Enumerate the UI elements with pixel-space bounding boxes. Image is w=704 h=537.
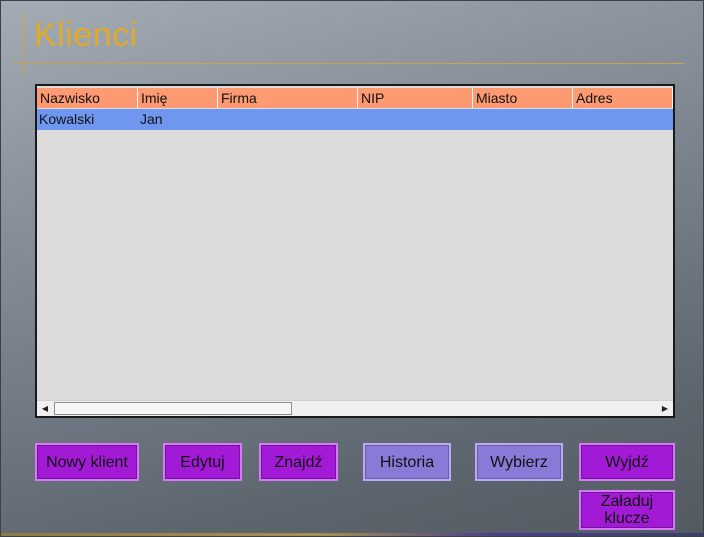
column-header-nip[interactable]: NIP — [358, 88, 473, 108]
horizontal-scrollbar[interactable]: ◀ ▶ — [37, 400, 673, 416]
column-header-miasto[interactable]: Miasto — [473, 88, 573, 108]
title-decoration-vertical — [22, 13, 23, 75]
cell-adres — [573, 109, 673, 130]
cell-firma — [218, 109, 358, 130]
cell-nip — [358, 109, 473, 130]
table-header: Nazwisko Imię Firma NIP Miasto Adres — [37, 88, 673, 108]
column-header-imie[interactable]: Imię — [138, 88, 218, 108]
edit-button[interactable]: Edytuj — [163, 443, 242, 481]
scrollbar-thumb[interactable] — [54, 402, 292, 415]
clients-list[interactable]: Nazwisko Imię Firma NIP Miasto Adres Kow… — [35, 84, 675, 418]
cell-nazwisko: Kowalski — [39, 111, 95, 127]
page-title: Klienci — [34, 16, 138, 54]
table-row[interactable]: Kowalski Jan — [37, 109, 673, 130]
new-client-button[interactable]: Nowy klient — [35, 443, 139, 481]
title-decoration-horizontal — [13, 63, 685, 64]
left-arrow-icon[interactable]: ◀ — [37, 401, 53, 416]
history-button[interactable]: Historia — [363, 443, 451, 481]
find-button[interactable]: Znajdź — [259, 443, 338, 481]
column-header-adres[interactable]: Adres — [573, 88, 673, 108]
right-arrow-icon[interactable]: ▶ — [657, 401, 673, 416]
exit-button[interactable]: Wyjdź — [579, 443, 675, 481]
column-header-firma[interactable]: Firma — [218, 88, 358, 108]
cell-imie: Jan — [140, 111, 163, 127]
load-keys-button[interactable]: Załaduj klucze — [579, 490, 675, 530]
cell-miasto — [473, 109, 573, 130]
column-header-nazwisko[interactable]: Nazwisko — [37, 88, 138, 108]
taskbar-edge — [1, 533, 703, 536]
klienci-window: Klienci Nazwisko Imię Firma NIP Miasto A… — [0, 0, 704, 537]
choose-button[interactable]: Wybierz — [475, 443, 563, 481]
